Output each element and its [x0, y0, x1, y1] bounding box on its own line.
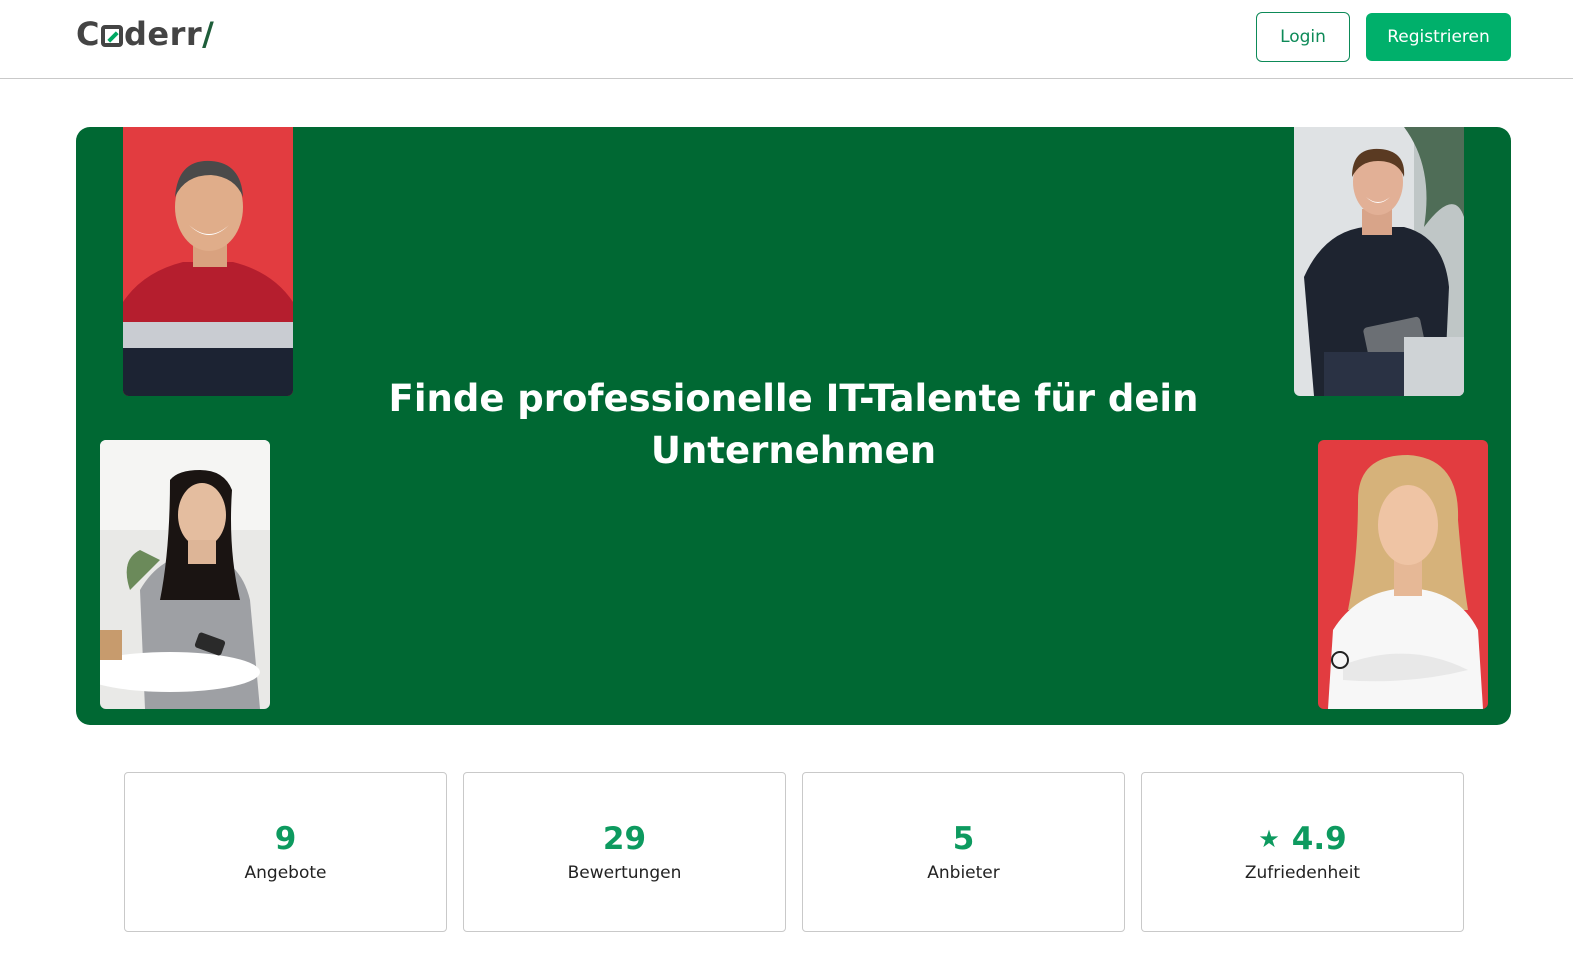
stat-value: 5: [952, 821, 975, 857]
person-photo-man-tablet: [1294, 127, 1464, 396]
stat-value: 29: [602, 821, 647, 857]
stat-label: Angebote: [244, 863, 327, 883]
logo-mark-icon: [100, 25, 123, 47]
stat-card-reviews: 29 Bewertungen: [463, 772, 786, 932]
stat-card-satisfaction: ★ 4.9 Zufriedenheit: [1141, 772, 1464, 932]
stats-row: 9 Angebote 29 Bewertungen 5 Anbieter ★ 4.…: [124, 772, 1464, 932]
person-photo-woman-phone: [100, 440, 270, 709]
stat-card-providers: 5 Anbieter: [802, 772, 1125, 932]
person-photo-man-red-sweater: [123, 127, 293, 396]
stat-label: Zufriedenheit: [1244, 863, 1361, 883]
hero-banner: Finde professionelle IT-Talente für dein…: [76, 127, 1511, 725]
hero-title: Finde professionelle IT-Talente für dein…: [388, 377, 1199, 472]
star-icon: ★: [1258, 825, 1280, 853]
register-button[interactable]: Registrieren: [1366, 13, 1511, 61]
stat-value: 4.9: [1291, 821, 1347, 857]
login-button[interactable]: Login: [1256, 12, 1350, 62]
stat-value-with-star: ★ 4.9: [1142, 821, 1463, 857]
stat-card-offers: 9 Angebote: [124, 772, 447, 932]
person-photo-woman-white-blouse: [1318, 440, 1488, 709]
stat-label: Bewertungen: [567, 863, 682, 883]
stat-label: Anbieter: [927, 863, 1000, 883]
coderr-logo[interactable]: Cderr /: [76, 14, 214, 54]
stat-value: 9: [274, 821, 297, 857]
top-navbar: Cderr / Login Registrieren: [0, 0, 1573, 79]
